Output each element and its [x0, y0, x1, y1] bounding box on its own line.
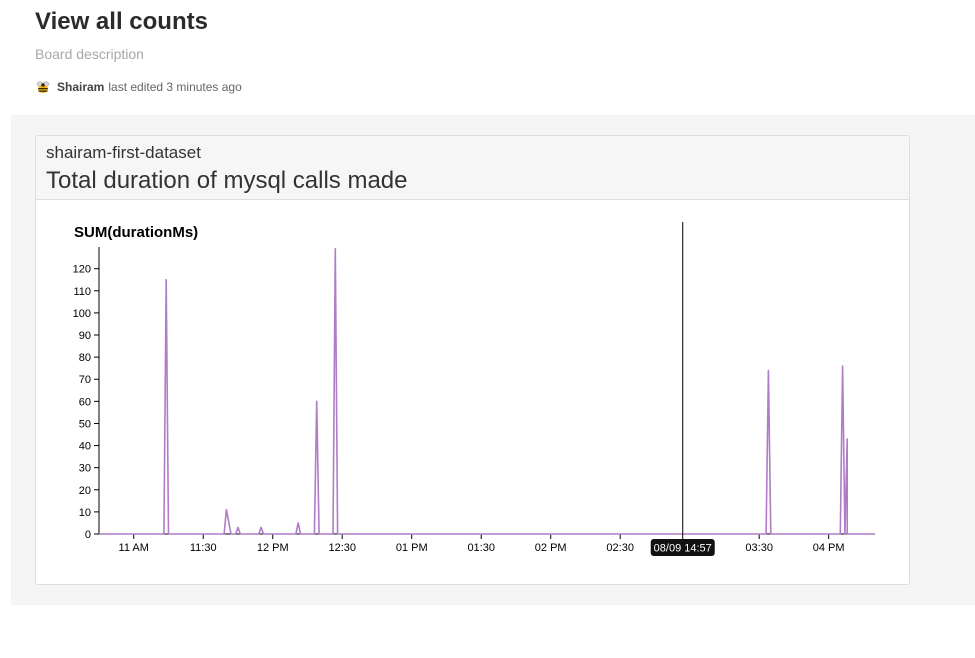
board-area: shairam-first-dataset Total duration of … [11, 115, 975, 605]
edited-time: last edited 3 minutes ago [108, 80, 242, 94]
x-tick-label: 11 AM [119, 542, 149, 554]
bee-icon [35, 79, 51, 95]
y-tick-label: 60 [79, 396, 91, 408]
editor-name[interactable]: Shairam [57, 80, 104, 94]
x-tick-label: 04 PM [813, 542, 845, 554]
y-tick-label: 90 [79, 330, 91, 342]
chart-title: SUM(durationMs) [74, 224, 198, 241]
y-tick-label: 0 [85, 529, 91, 541]
board-description[interactable]: Board description [35, 46, 144, 62]
hover-time-label: 08/09 14:57 [654, 543, 712, 555]
y-tick-label: 70 [79, 374, 91, 386]
y-tick-label: 110 [73, 286, 91, 298]
x-tick-label: 03:30 [745, 542, 773, 554]
x-tick-label: 02 PM [535, 542, 567, 554]
x-tick-label: 01:30 [467, 542, 495, 554]
y-tick-label: 20 [79, 485, 91, 497]
y-tick-label: 120 [73, 264, 91, 276]
board-meta: Shairam last edited 3 minutes ago [35, 78, 242, 96]
y-tick-label: 50 [79, 418, 91, 430]
query-panel[interactable]: shairam-first-dataset Total duration of … [35, 135, 910, 585]
y-tick-label: 80 [79, 352, 91, 364]
y-tick-label: 40 [79, 441, 91, 453]
line-chart[interactable]: SUM(durationMs) 0 10 20 30 40 50 60 70 80 90 100 110… [36, 136, 909, 584]
board-title: View all counts [35, 8, 208, 35]
y-tick-label: 30 [79, 463, 91, 475]
x-tick-label: 02:30 [606, 542, 634, 554]
x-tick-label: 01 PM [396, 542, 428, 554]
y-tick-label: 10 [79, 507, 91, 519]
series-line-0 [99, 248, 875, 535]
y-tick-label: 100 [73, 308, 91, 320]
x-tick-label: 11:30 [190, 542, 217, 554]
x-tick-label: 12 PM [257, 542, 289, 554]
x-tick-label: 12:30 [328, 542, 356, 554]
